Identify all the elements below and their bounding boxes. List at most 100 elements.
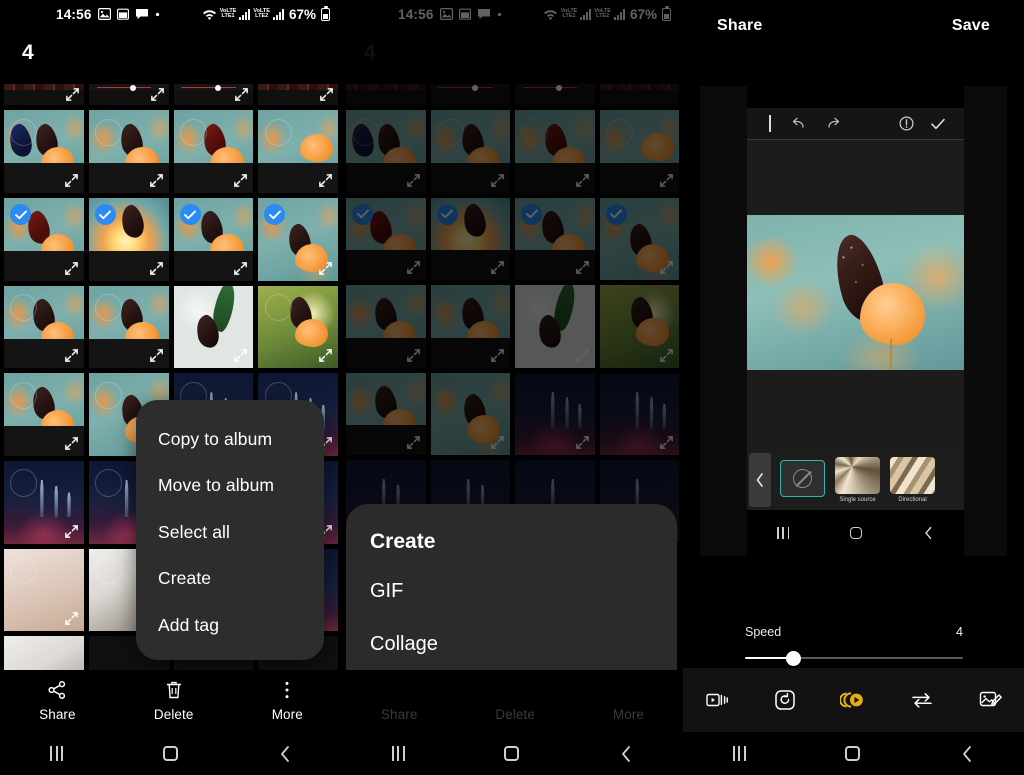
back-icon[interactable] <box>278 745 292 763</box>
submenu-item-collage[interactable]: Collage <box>346 617 677 670</box>
sim2-volte-label: VoLTE LTE2 <box>594 7 611 19</box>
menu-item-move-to-album[interactable]: Move to album <box>136 462 324 508</box>
create-submenu[interactable]: Create GIF Collage <box>346 504 677 696</box>
slider-knob[interactable] <box>785 651 801 666</box>
grid-item-selected[interactable] <box>4 198 84 281</box>
share-button-editor[interactable]: Share <box>717 17 762 35</box>
share-button[interactable]: Share <box>381 680 418 722</box>
grid-item[interactable] <box>346 84 426 106</box>
grid-item[interactable] <box>430 285 510 368</box>
grid-item[interactable] <box>258 84 338 106</box>
grid-item[interactable] <box>4 461 84 544</box>
filter-single-source[interactable]: Single source <box>834 456 881 504</box>
filter-directional[interactable]: Directional <box>889 456 936 504</box>
grid-item-selected[interactable] <box>515 197 595 281</box>
checkbox-selected[interactable] <box>94 204 116 226</box>
recents-icon[interactable] <box>391 746 405 761</box>
delete-button[interactable]: Delete <box>495 680 535 722</box>
info-icon[interactable] <box>899 116 914 131</box>
grid-item[interactable] <box>430 372 510 455</box>
grid-item[interactable] <box>599 84 679 106</box>
speed-slider[interactable] <box>745 651 963 666</box>
grid-item[interactable] <box>515 372 595 455</box>
grid-item[interactable] <box>346 285 426 368</box>
grid-item-selected[interactable] <box>599 197 679 281</box>
submenu-item-gif[interactable]: GIF <box>346 564 677 617</box>
grid-item[interactable] <box>599 372 679 455</box>
delete-button[interactable]: Delete <box>154 680 194 722</box>
grid-item-selected[interactable] <box>258 198 338 281</box>
text-cursor-icon <box>769 115 771 132</box>
expand-icon <box>234 174 248 187</box>
grid-item[interactable] <box>173 84 254 106</box>
context-menu-panel1[interactable]: Copy to album Move to album Select all C… <box>136 400 324 660</box>
checkbox-selected[interactable] <box>352 203 373 225</box>
checkbox-selected[interactable] <box>10 204 31 226</box>
save-button-editor[interactable]: Save <box>952 17 990 35</box>
grid-item[interactable] <box>4 285 84 369</box>
checkbox-selected[interactable] <box>436 203 458 225</box>
grid-item[interactable] <box>88 84 169 106</box>
direction-swap-tool[interactable] <box>907 685 937 715</box>
back-icon[interactable] <box>619 745 633 763</box>
preview-toolbar[interactable] <box>747 108 964 140</box>
grid-item[interactable] <box>346 110 426 193</box>
decorate-tool[interactable] <box>975 685 1005 715</box>
grid-item[interactable] <box>173 110 254 194</box>
menu-item-create[interactable]: Create <box>136 555 324 601</box>
grid-item[interactable] <box>258 285 338 369</box>
checkbox-selected[interactable] <box>179 204 201 226</box>
grid-item-selected[interactable] <box>88 198 169 281</box>
recents-icon[interactable] <box>777 527 790 539</box>
grid-item[interactable] <box>88 110 169 194</box>
grid-item[interactable] <box>515 285 595 368</box>
filter-none[interactable] <box>779 460 826 500</box>
menu-item-select-all[interactable]: Select all <box>136 509 324 555</box>
recents-icon[interactable] <box>732 746 746 761</box>
redo-icon[interactable] <box>823 116 843 132</box>
grid-item[interactable] <box>346 372 426 455</box>
menu-item-add-tag[interactable]: Add tag <box>136 602 324 648</box>
expand-icon <box>491 348 504 362</box>
grid-item[interactable] <box>258 110 338 194</box>
status-bar-left: 14:56 <box>56 7 160 22</box>
video-clip-tool[interactable] <box>702 685 732 715</box>
grid-item[interactable] <box>599 285 679 368</box>
more-button[interactable]: More <box>613 680 644 722</box>
grid-item[interactable] <box>430 84 510 106</box>
share-button[interactable]: Share <box>39 680 76 722</box>
check-icon[interactable] <box>930 117 946 131</box>
checkbox-selected[interactable] <box>605 203 627 225</box>
undo-icon[interactable] <box>789 116 809 132</box>
menu-item-copy-to-album[interactable]: Copy to album <box>136 416 324 462</box>
speed-tool[interactable] <box>838 685 868 715</box>
grid-item[interactable] <box>4 548 84 632</box>
chevron-left-icon[interactable] <box>749 453 771 507</box>
grid-item[interactable] <box>430 110 510 193</box>
grid-item[interactable] <box>173 285 254 369</box>
share-label: Share <box>39 707 76 722</box>
grid-item[interactable] <box>4 84 84 106</box>
back-icon[interactable] <box>960 745 974 763</box>
grid-item[interactable] <box>4 373 84 457</box>
home-icon[interactable] <box>504 746 520 761</box>
checkbox-selected[interactable] <box>521 203 542 225</box>
thumbnail-image <box>599 84 679 91</box>
grid-item-selected[interactable] <box>346 197 426 281</box>
grid-item[interactable] <box>88 285 169 369</box>
filter-strip[interactable]: Single source Directional <box>747 450 964 510</box>
loop-tool[interactable] <box>770 685 800 715</box>
home-icon[interactable] <box>845 746 861 761</box>
home-icon[interactable] <box>163 746 178 761</box>
back-icon[interactable] <box>923 526 934 540</box>
grid-item[interactable] <box>515 84 595 106</box>
grid-item[interactable] <box>599 110 679 193</box>
grid-item[interactable] <box>515 110 595 193</box>
more-button[interactable]: More <box>272 680 303 722</box>
recents-icon[interactable] <box>50 746 63 761</box>
grid-item[interactable] <box>4 110 84 194</box>
selection-circle-overlay <box>179 293 207 322</box>
grid-item-selected[interactable] <box>430 197 510 281</box>
grid-item-selected[interactable] <box>173 198 254 281</box>
home-icon[interactable] <box>849 527 862 539</box>
